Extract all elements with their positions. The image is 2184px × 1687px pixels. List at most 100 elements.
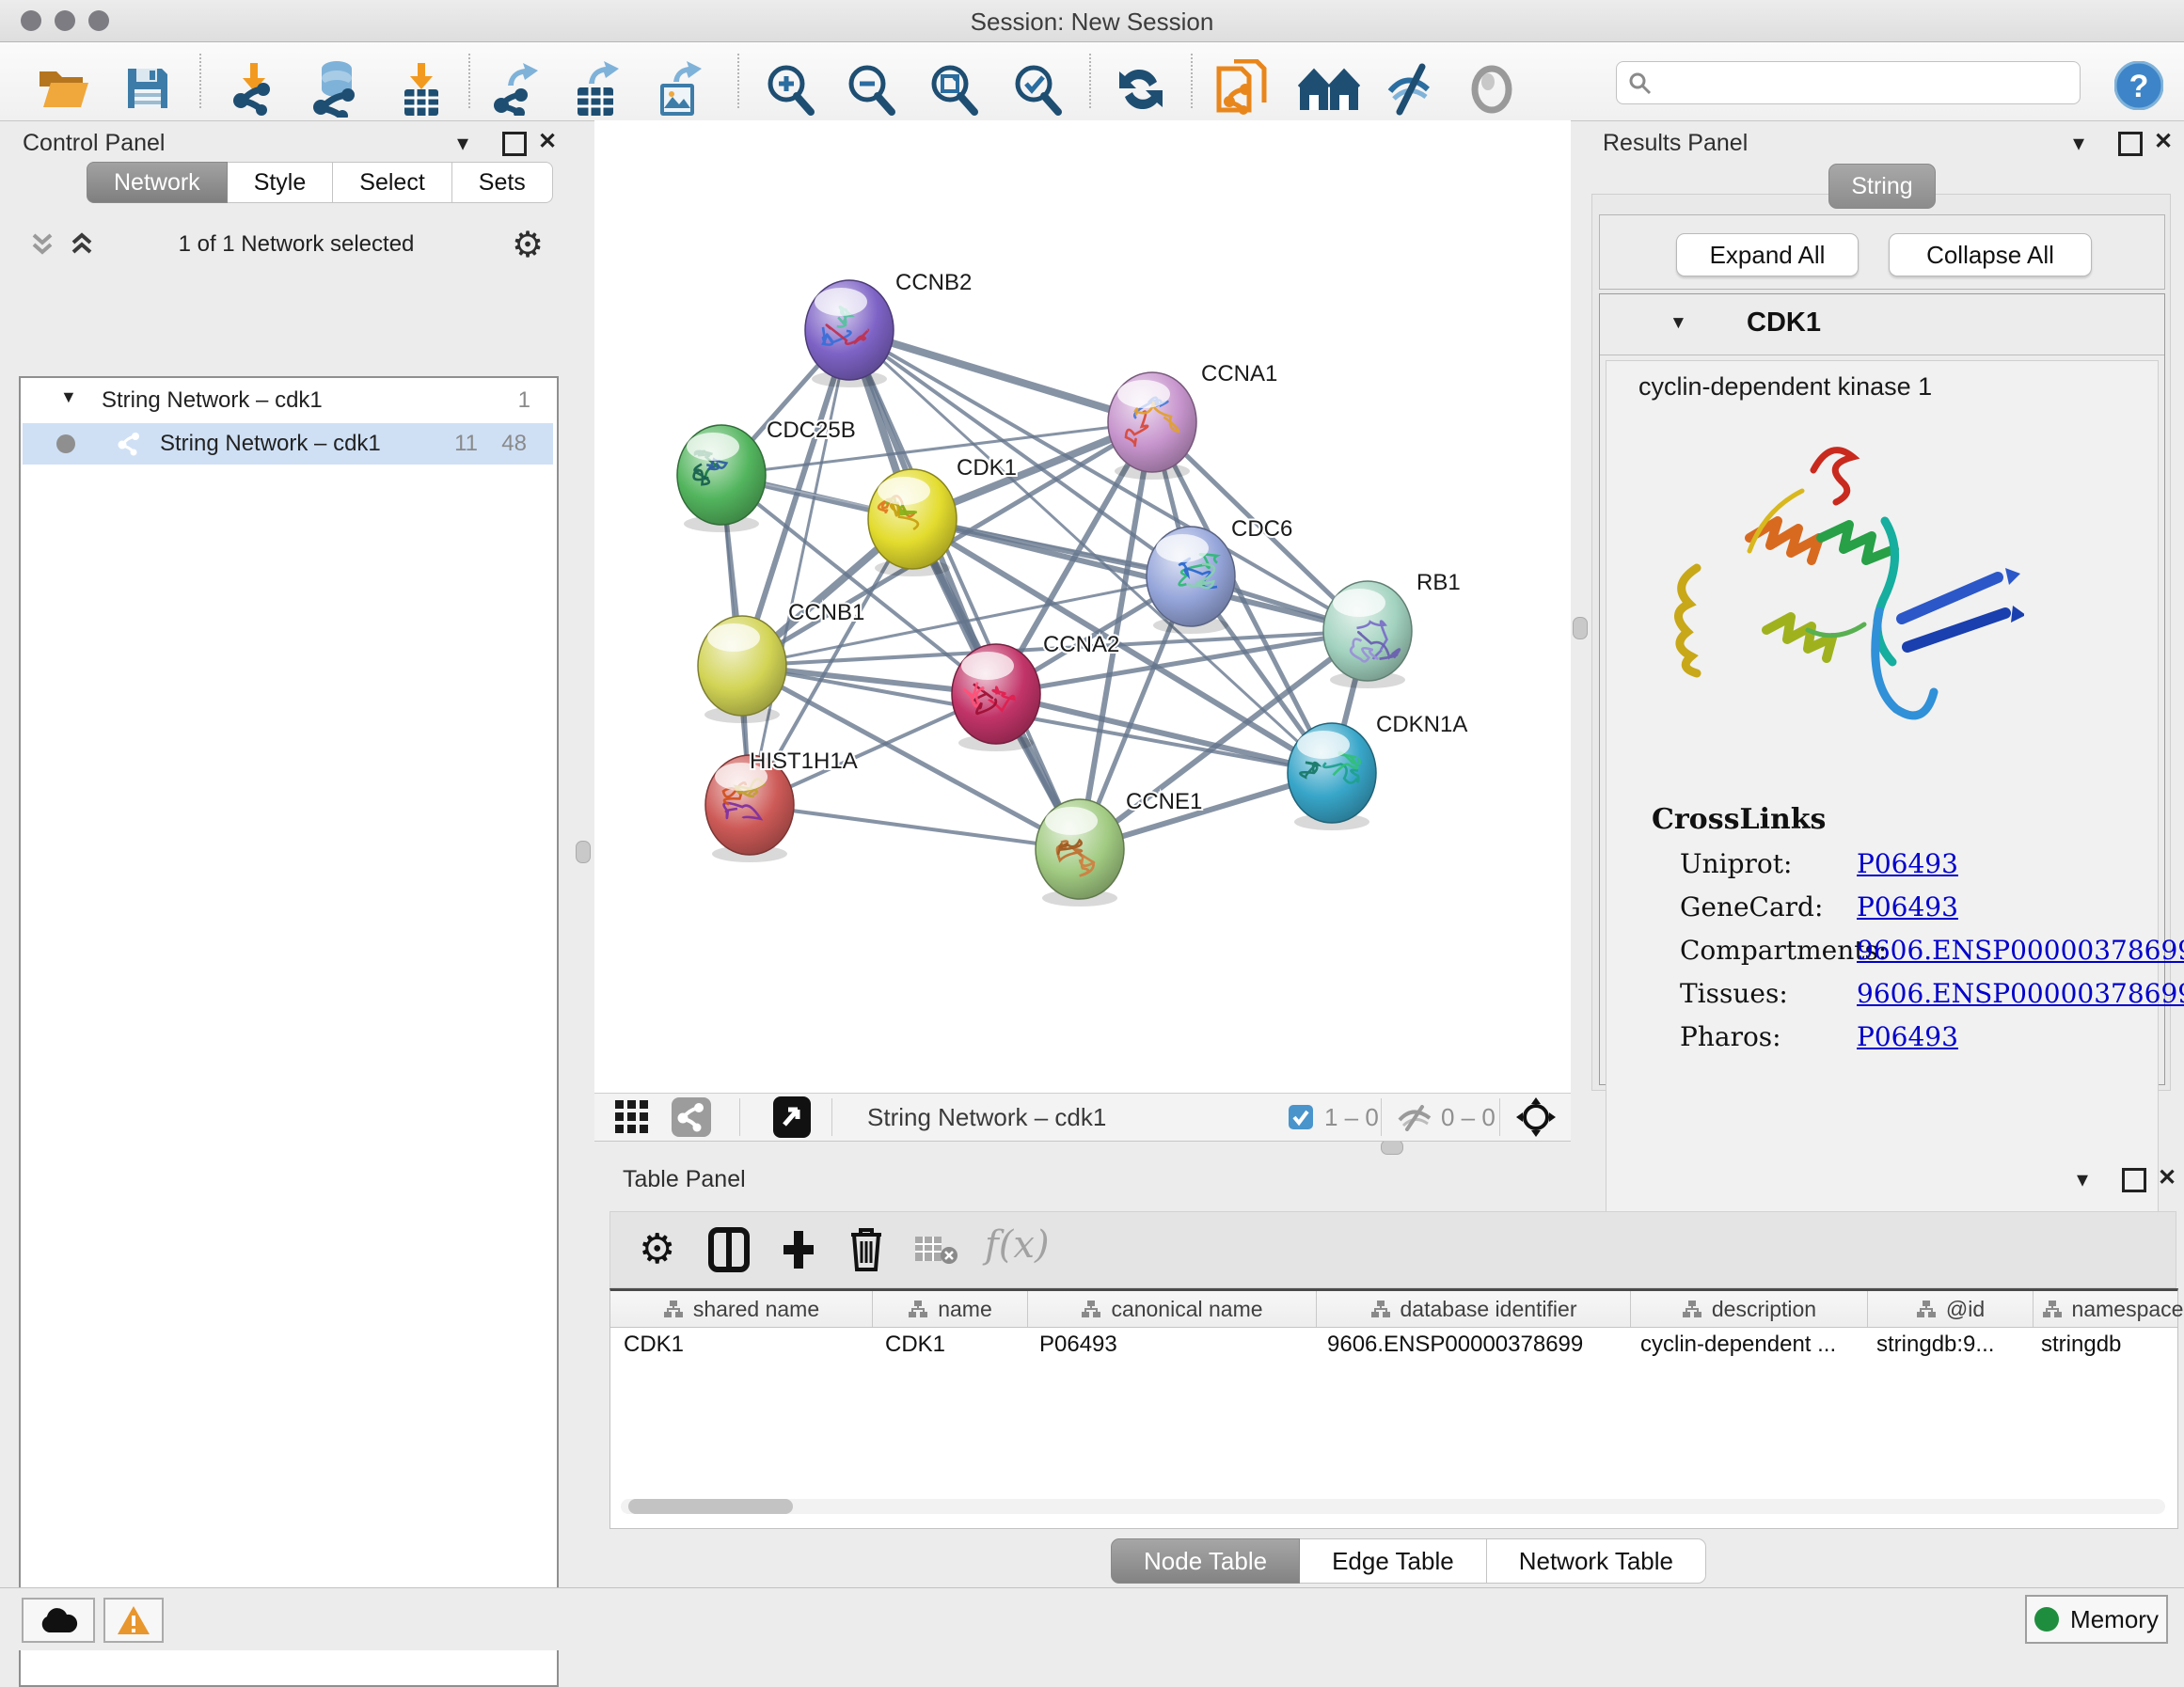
collection-expander-icon[interactable]: ▼ <box>60 387 77 407</box>
scrollbar-thumb[interactable] <box>628 1499 793 1514</box>
bottom-splitter-handle[interactable] <box>1381 1140 1403 1155</box>
search-input[interactable] <box>1658 66 2066 98</box>
footer-separator <box>739 1098 740 1136</box>
left-splitter-handle[interactable] <box>576 841 591 863</box>
export-network-icon[interactable] <box>491 61 544 116</box>
hide-selected-icon[interactable] <box>1385 63 1439 116</box>
table-horizontal-scrollbar[interactable] <box>621 1499 2165 1514</box>
fit-selected-crosshair-icon[interactable] <box>1516 1097 1556 1137</box>
network-node[interactable]: CCNB2 <box>805 270 972 387</box>
column-header-namespace[interactable]: namespace <box>2034 1291 2184 1327</box>
network-canvas[interactable]: CCNB2CCNA1CDC25BCDK1CDC6RB1CCNB1CCNA2CDK… <box>594 120 1571 1093</box>
column-header-shared-name[interactable]: shared name <box>610 1291 873 1327</box>
column-header-description[interactable]: description <box>1631 1291 1868 1327</box>
network-edge[interactable] <box>849 330 1080 849</box>
network-edge[interactable] <box>849 330 1152 422</box>
warnings-button[interactable] <box>103 1598 164 1643</box>
refresh-view-icon[interactable] <box>1116 63 1166 116</box>
table-settings-gear-icon[interactable]: ⚙ <box>639 1225 675 1273</box>
column-header--id[interactable]: @id <box>1868 1291 2034 1327</box>
network-row-selected[interactable]: String Network – cdk1 11 48 <box>23 423 553 465</box>
panel-float-icon[interactable]: ▾ <box>2077 1166 2088 1193</box>
zoom-selected-icon[interactable] <box>1011 63 1064 116</box>
table-cell: 9606.ENSP00000378699 <box>1314 1327 1627 1363</box>
crosslink-link[interactable]: 9606.ENSP00000378699 <box>1857 935 2184 966</box>
birdseye-view-icon[interactable] <box>773 1096 811 1138</box>
selected-count: 1 – 0 <box>1324 1103 1379 1132</box>
network-node[interactable]: HIST1H1A <box>705 749 858 862</box>
column-header-label: shared name <box>693 1297 819 1322</box>
protein-expander-icon[interactable]: ▼ <box>1670 313 1687 334</box>
tab-style[interactable]: Style <box>228 162 334 203</box>
network-overview-icon[interactable] <box>672 1097 711 1137</box>
network-edge[interactable] <box>750 805 1080 849</box>
show-columns-icon[interactable] <box>708 1227 750 1272</box>
export-table-icon[interactable] <box>570 59 625 118</box>
crosslink-label: Uniprot: <box>1680 848 1792 879</box>
network-node[interactable]: CCNE1 <box>1036 789 1202 907</box>
import-string-network-icon[interactable] <box>1215 59 1274 119</box>
network-node[interactable]: CDKN1A <box>1288 712 1467 830</box>
open-session-icon[interactable] <box>38 66 90 111</box>
protein-card-header[interactable]: ▼ CDK1 <box>1600 294 2164 355</box>
network-collection-row[interactable]: ▼ String Network – cdk1 1 <box>21 386 557 423</box>
panel-close-icon[interactable]: ✕ <box>538 128 557 155</box>
table-cell: CDK1 <box>872 1327 1026 1363</box>
search-field[interactable] <box>1616 61 2081 104</box>
import-table-file-icon[interactable] <box>395 61 448 116</box>
export-image-icon[interactable] <box>653 59 707 118</box>
home-icon[interactable] <box>1298 67 1360 112</box>
network-edge[interactable] <box>912 519 1368 631</box>
selected-checkbox-icon[interactable] <box>1289 1105 1313 1129</box>
node-label: CCNA1 <box>1201 361 1277 386</box>
crosslink-label: GeneCard: <box>1680 891 1823 922</box>
column-header-database-identifier[interactable]: database identifier <box>1317 1291 1631 1327</box>
panel-undock-icon[interactable] <box>2118 132 2143 156</box>
crosslink-link[interactable]: P06493 <box>1857 891 1958 922</box>
save-session-icon[interactable] <box>124 65 171 112</box>
toolbar-separator <box>1191 54 1193 108</box>
panel-undock-icon[interactable] <box>2122 1168 2146 1192</box>
import-network-database-icon[interactable] <box>309 59 365 118</box>
help-icon[interactable]: ? <box>2114 61 2163 110</box>
network-edge[interactable] <box>750 330 849 805</box>
crosslinks-title: CrossLinks <box>1652 803 1826 836</box>
crosslink-link[interactable]: P06493 <box>1857 1021 1958 1052</box>
table-panel-header: Table Panel ▾ ✕ <box>598 1159 2184 1211</box>
network-options-gear-icon[interactable]: ⚙ <box>512 224 544 266</box>
zoom-in-icon[interactable] <box>764 63 816 116</box>
tab-node-table[interactable]: Node Table <box>1111 1538 1300 1584</box>
svg-text:?: ? <box>2129 69 2149 104</box>
crosslink-link[interactable]: 9606.ENSP00000378699 <box>1857 978 2184 1009</box>
expand-all-button[interactable]: Expand All <box>1676 233 1859 276</box>
add-column-icon[interactable] <box>778 1227 819 1272</box>
tab-network-table[interactable]: Network Table <box>1487 1538 1706 1584</box>
node-gloss <box>961 652 1014 680</box>
zoom-fit-icon[interactable] <box>927 63 980 116</box>
collection-count: 1 <box>518 387 530 414</box>
tab-edge-table[interactable]: Edge Table <box>1300 1538 1487 1584</box>
network-node[interactable]: CDC25B <box>677 418 856 532</box>
table-row[interactable]: CDK1CDK1P064939606.ENSP00000378699cyclin… <box>610 1327 2177 1363</box>
panel-float-icon[interactable]: ▾ <box>2073 130 2084 157</box>
grid-view-icon[interactable] <box>615 1100 653 1134</box>
tab-sets[interactable]: Sets <box>452 162 553 203</box>
zoom-out-icon[interactable] <box>845 63 897 116</box>
panel-close-icon[interactable]: ✕ <box>2158 1164 2176 1191</box>
crosslink-link[interactable]: P06493 <box>1857 848 1958 879</box>
panel-close-icon[interactable]: ✕ <box>2154 128 2173 155</box>
tab-select[interactable]: Select <box>333 162 451 203</box>
cloud-button[interactable] <box>22 1598 95 1643</box>
tab-string[interactable]: String <box>1828 164 1936 209</box>
panel-undock-icon[interactable] <box>502 132 527 156</box>
memory-button[interactable]: Memory <box>2025 1595 2168 1644</box>
network-node[interactable]: RB1 <box>1323 570 1461 688</box>
import-network-file-icon[interactable] <box>229 61 282 116</box>
right-splitter-handle[interactable] <box>1573 617 1588 639</box>
tab-network[interactable]: Network <box>87 162 228 203</box>
panel-float-icon[interactable]: ▾ <box>457 130 468 157</box>
column-header-canonical-name[interactable]: canonical name <box>1028 1291 1317 1327</box>
collapse-all-button[interactable]: Collapse All <box>1889 233 2092 276</box>
delete-column-icon[interactable] <box>847 1225 885 1272</box>
column-header-name[interactable]: name <box>873 1291 1028 1327</box>
